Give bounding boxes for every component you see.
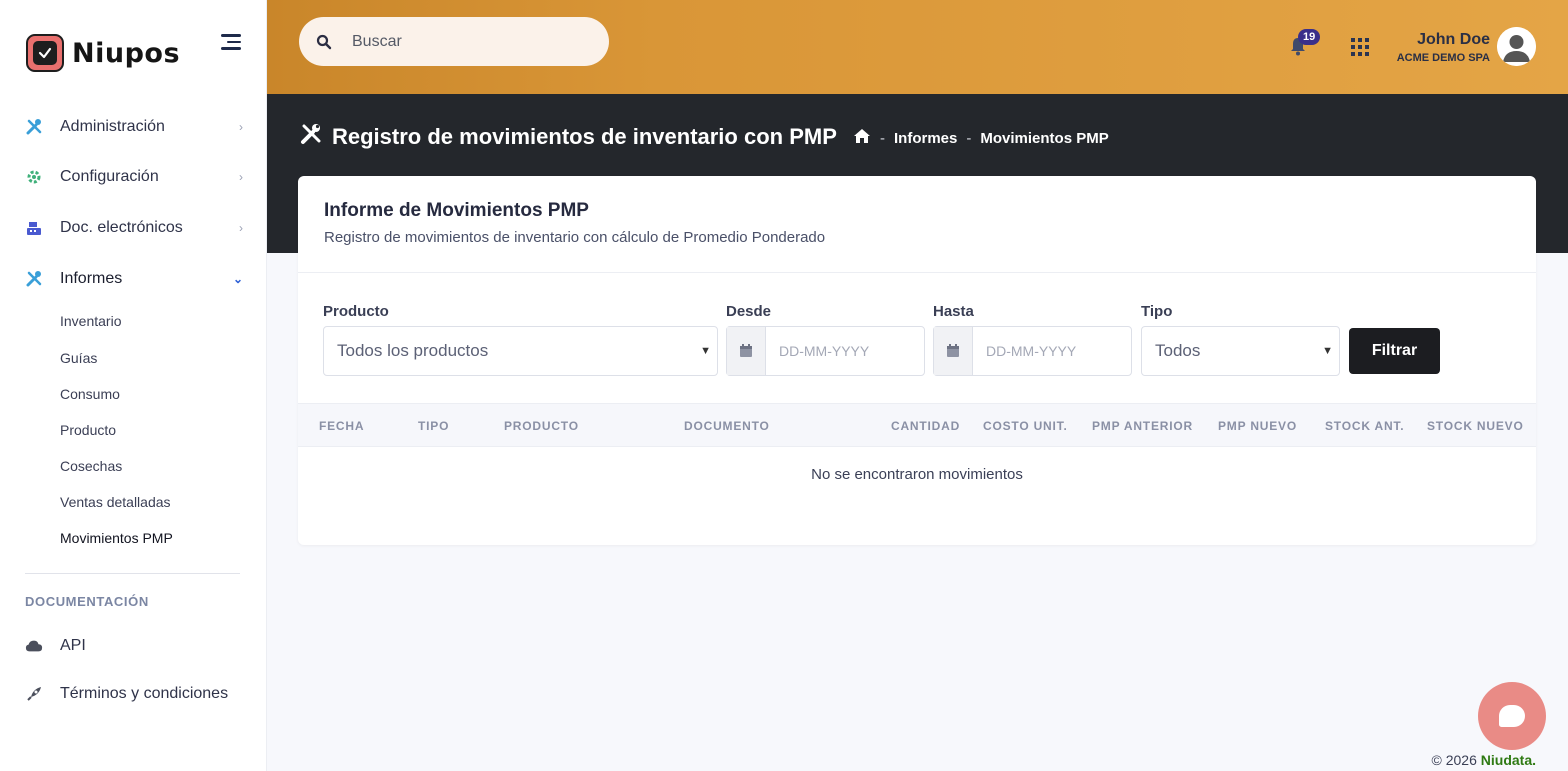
column-header-costo-unit[interactable]: COSTO UNIT.	[983, 419, 1068, 433]
sidebar-item-administracion[interactable]: Administración ›	[25, 112, 243, 142]
column-header-fecha[interactable]: FECHA	[319, 419, 364, 433]
page-title: Registro de movimientos de inventario co…	[299, 122, 837, 151]
sidebar-subitem-consumo[interactable]: Consumo	[60, 386, 120, 402]
sidebar-item-label: Términos y condiciones	[60, 685, 229, 702]
footer: © 2026 Niudata.	[1432, 752, 1536, 768]
user-name[interactable]: John Doe	[1417, 31, 1490, 49]
home-icon[interactable]	[853, 128, 871, 148]
sidebar-item-label: API	[60, 637, 86, 654]
topbar: 19 John Doe ACME DEMO SPA	[267, 0, 1568, 94]
footer-brand-link[interactable]: Niudata.	[1481, 752, 1536, 768]
card-subtitle: Registro de movimientos de inventario co…	[324, 229, 826, 246]
filtrar-button[interactable]: Filtrar	[1349, 328, 1440, 374]
chevron-down-icon: ▼	[700, 345, 711, 357]
desde-label: Desde	[726, 303, 772, 320]
hasta-date-field[interactable]	[933, 326, 1132, 376]
column-header-tipo[interactable]: TIPO	[418, 419, 449, 433]
column-header-cantidad[interactable]: CANTIDAD	[891, 419, 960, 433]
card-title: Informe de Movimientos PMP	[324, 200, 589, 221]
empty-state-message: No se encontraron movimientos	[811, 466, 1023, 483]
sidebar-item-api[interactable]: API	[25, 631, 243, 661]
calendar-icon	[934, 327, 973, 375]
sidebar-subitem-cosechas[interactable]: Cosechas	[60, 458, 122, 474]
gear-icon	[25, 168, 43, 186]
producto-select[interactable]: Todos los productos ▼	[323, 326, 718, 376]
sidebar-item-label: Informes	[60, 270, 123, 287]
section-label-documentacion: DOCUMENTACIÓN	[25, 594, 149, 609]
breadcrumb-current: Movimientos PMP	[980, 129, 1109, 147]
sidebar-subitem-inventario[interactable]: Inventario	[60, 313, 121, 329]
sidebar-item-terminos[interactable]: Términos y condiciones	[25, 679, 243, 709]
sidebar-item-label: Doc. electrónicos	[60, 219, 183, 236]
calendar-icon	[727, 327, 766, 375]
sidebar-subitem-guias[interactable]: Guías	[60, 350, 97, 366]
sidebar-item-doc-electronicos[interactable]: Doc. electrónicos ›	[25, 213, 243, 243]
breadcrumb-separator: -	[966, 129, 972, 147]
sidebar-subitem-movimientos-pmp[interactable]: Movimientos PMP	[60, 530, 173, 546]
column-header-stock-nuevo[interactable]: STOCK NUEVO	[1427, 419, 1524, 433]
avatar[interactable]	[1497, 27, 1536, 66]
apps-grid-icon[interactable]	[1351, 38, 1369, 56]
sidebar: Niupos Administración › Configuración › …	[0, 0, 267, 771]
column-header-pmp-nuevo[interactable]: PMP NUEVO	[1218, 419, 1297, 433]
sidebar-divider	[25, 573, 240, 574]
chat-bubble-icon	[1499, 705, 1525, 727]
page-title-text: Registro de movimientos de inventario co…	[332, 123, 837, 149]
hasta-label: Hasta	[933, 303, 974, 320]
search-box[interactable]	[299, 17, 609, 66]
breadcrumb-informes[interactable]: Informes	[894, 130, 957, 147]
notification-badge: 19	[1298, 29, 1321, 45]
sidebar-subitem-ventas-detalladas[interactable]: Ventas detalladas	[60, 494, 171, 510]
chevron-down-icon: ⌄	[232, 272, 243, 286]
breadcrumb-separator: -	[880, 129, 885, 147]
desde-input[interactable]	[766, 327, 906, 375]
cash-register-icon	[25, 219, 43, 237]
column-header-stock-ant[interactable]: STOCK ANT.	[1325, 419, 1404, 433]
rocket-icon	[25, 685, 43, 703]
report-card: Informe de Movimientos PMP Registro de m…	[298, 176, 1536, 545]
brand-name: Niupos	[72, 37, 181, 69]
chat-button[interactable]	[1478, 682, 1546, 750]
sidebar-item-label: Configuración	[60, 168, 159, 185]
chevron-right-icon: ›	[239, 170, 243, 184]
hasta-input[interactable]	[973, 327, 1113, 375]
sidebar-item-label: Administración	[60, 118, 165, 135]
tipo-label: Tipo	[1141, 303, 1173, 320]
copyright-text: © 2026	[1431, 752, 1477, 768]
tipo-select-value: Todos	[1155, 341, 1201, 360]
breadcrumb: - Informes - Movimientos PMP	[853, 128, 1109, 148]
tipo-select[interactable]: Todos ▼	[1141, 326, 1340, 376]
producto-select-value: Todos los productos	[337, 341, 489, 360]
brand-logo[interactable]: Niupos	[26, 34, 180, 72]
logo-icon	[26, 34, 64, 72]
search-icon	[316, 34, 332, 50]
sidebar-item-configuracion[interactable]: Configuración ›	[25, 162, 243, 192]
tools-icon	[25, 118, 43, 136]
desde-date-field[interactable]	[726, 326, 925, 376]
user-company: ACME DEMO SPA	[1396, 52, 1490, 64]
sidebar-subitem-producto[interactable]: Producto	[60, 422, 116, 438]
card-header: Informe de Movimientos PMP Registro de m…	[298, 176, 1536, 273]
chevron-right-icon: ›	[239, 221, 243, 235]
tools-icon	[25, 270, 43, 288]
producto-label: Producto	[323, 303, 389, 320]
column-header-producto[interactable]: PRODUCTO	[504, 419, 579, 433]
column-header-documento[interactable]: DOCUMENTO	[684, 419, 770, 433]
chevron-right-icon: ›	[239, 120, 243, 134]
cloud-icon	[25, 637, 43, 655]
sidebar-item-informes[interactable]: Informes ⌄	[25, 264, 243, 294]
chevron-down-icon: ▼	[1322, 345, 1333, 357]
tools-icon	[299, 122, 323, 151]
search-input[interactable]	[352, 32, 582, 51]
table-header: FECHA TIPO PRODUCTO DOCUMENTO CANTIDAD C…	[298, 403, 1536, 447]
column-header-pmp-anterior[interactable]: PMP ANTERIOR	[1092, 419, 1193, 433]
menu-toggle-icon[interactable]	[221, 34, 241, 50]
